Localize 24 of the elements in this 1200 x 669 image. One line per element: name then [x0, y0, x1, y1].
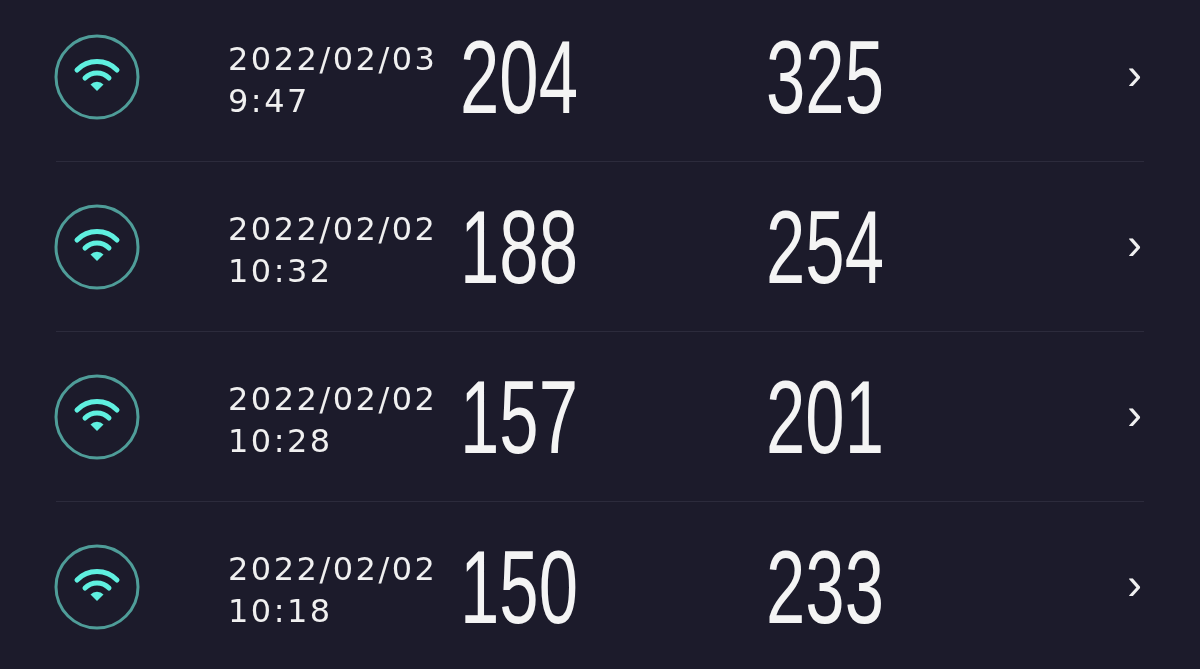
wifi-icon [54, 544, 140, 630]
wifi-icon [54, 203, 140, 290]
wifi-icon [54, 33, 140, 120]
number-text: 254 [766, 194, 884, 299]
time-text: 9:47 [228, 80, 310, 122]
date-text: 2022/02/03 [228, 38, 438, 80]
time-text: 10:28 [228, 420, 333, 462]
number-text: 204 [460, 24, 578, 129]
number-text: 325 [766, 24, 884, 129]
date-text: 2022/02/02 [228, 208, 438, 250]
number-text: 233 [766, 535, 884, 639]
chevron-icon: › [1127, 391, 1142, 442]
chevron-icon: › [1127, 51, 1142, 102]
number-text: 157 [460, 364, 578, 469]
time-text: 10:18 [228, 591, 333, 632]
number-text: 188 [460, 194, 578, 299]
date-text: 2022/02/02 [228, 549, 438, 590]
number-text: 201 [766, 364, 884, 469]
time-text: 10:32 [228, 250, 333, 292]
wifi-icon [54, 373, 140, 460]
chevron-icon: › [1127, 562, 1142, 612]
date-text: 2022/02/02 [228, 378, 438, 420]
number-text: 150 [460, 535, 578, 639]
chevron-icon: › [1127, 221, 1142, 272]
